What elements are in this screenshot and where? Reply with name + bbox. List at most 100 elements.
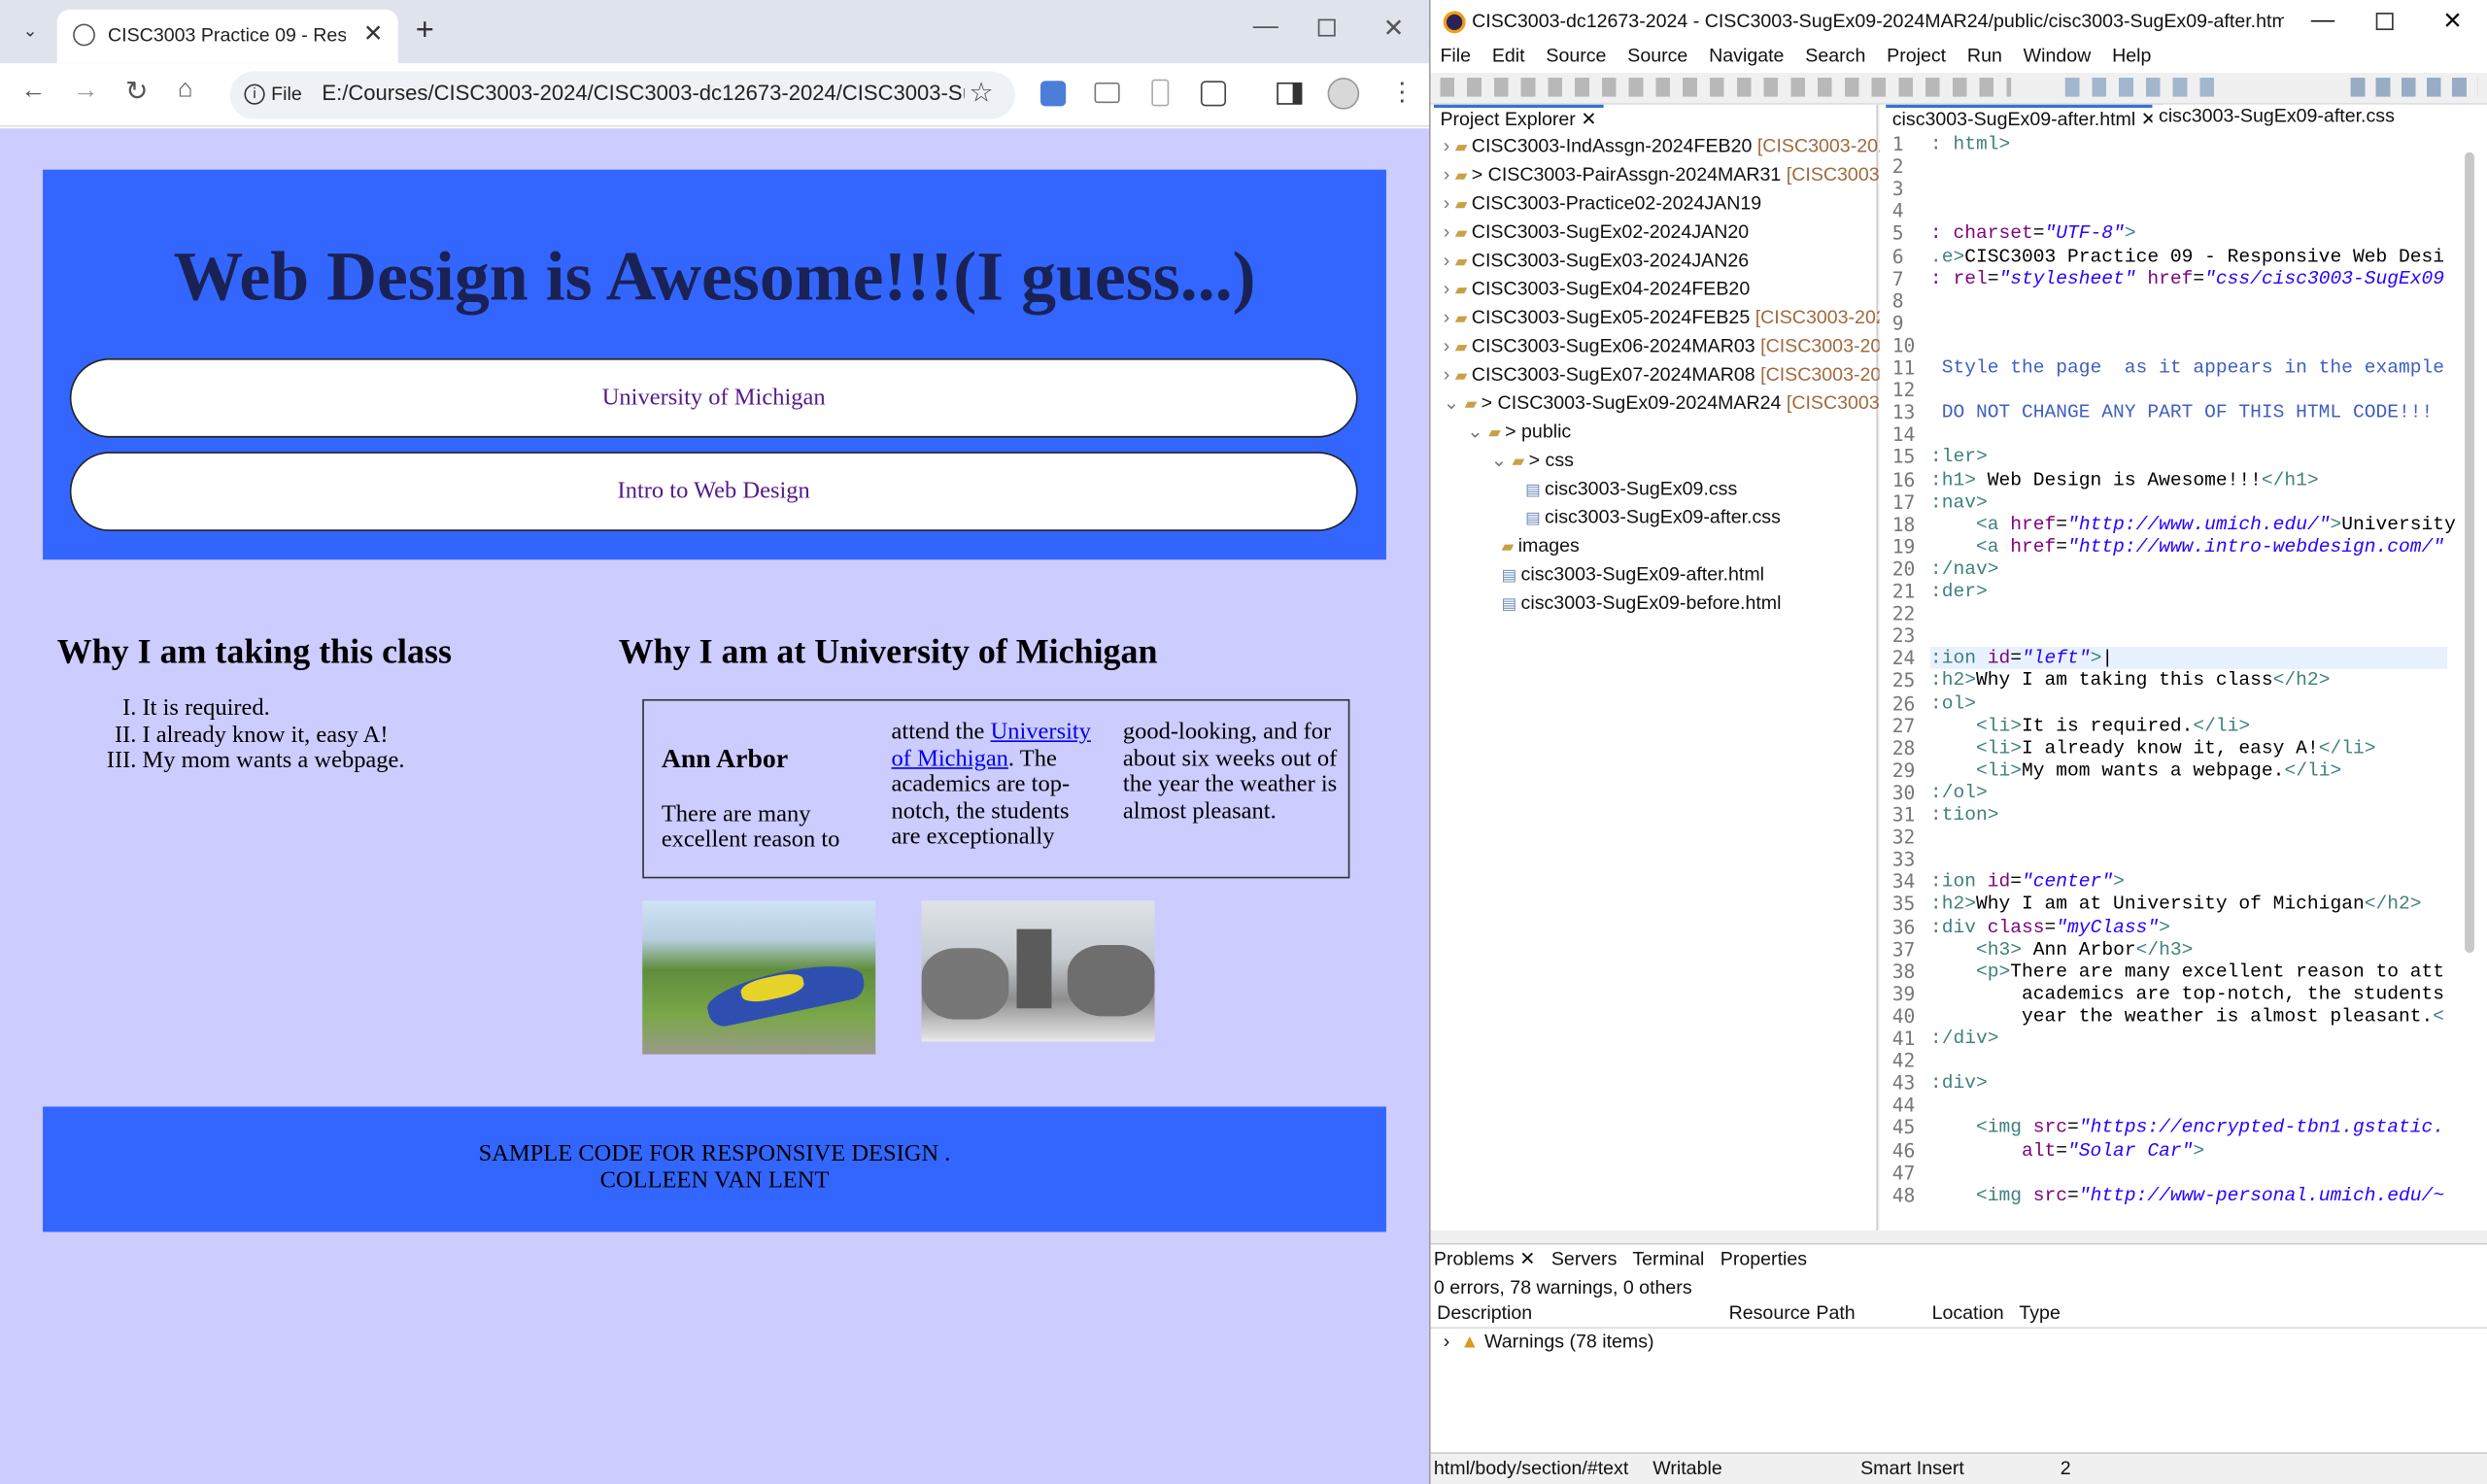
tree-item[interactable]: ⌄ ▰ > css: [1431, 447, 1929, 475]
camera-icon[interactable]: [1094, 82, 1120, 104]
expand-icon[interactable]: ⌄: [1444, 391, 1465, 414]
expand-icon[interactable]: [1515, 477, 1525, 499]
expand-icon[interactable]: [1491, 563, 1502, 586]
tab-project-explorer[interactable]: Project Explorer ✕: [1433, 104, 1604, 132]
device-icon[interactable]: [1151, 79, 1170, 107]
expand-icon[interactable]: ›: [1444, 278, 1455, 300]
expand-icon[interactable]: ›: [1444, 249, 1455, 271]
tree-item[interactable]: ⌄ ▰ > public: [1431, 419, 1929, 447]
tree-item[interactable]: › ▰ CISC3003-SugEx06-2024MAR03 [CISC3003…: [1431, 333, 1929, 361]
expand-icon[interactable]: ›: [1444, 192, 1455, 215]
bookmark-star-icon[interactable]: ☆: [970, 78, 994, 110]
eclipse-maximize-icon[interactable]: [2375, 13, 2394, 31]
line-number: 41: [1891, 1027, 1916, 1050]
col-path[interactable]: Path: [1816, 1301, 1855, 1324]
list-number: III.: [106, 748, 137, 774]
perspective-icons[interactable]: [2350, 77, 2478, 97]
expand-icon[interactable]: ⌄: [1467, 421, 1488, 443]
eclipse-minimize-icon[interactable]: —: [2311, 7, 2334, 34]
tree-item[interactable]: › ▰ CISC3003-SugEx07-2024MAR08 [CISC3003…: [1431, 361, 1929, 389]
toolbar-icons[interactable]: [1440, 77, 2012, 97]
menu-run[interactable]: Run: [1967, 45, 2002, 67]
menu-window[interactable]: Window: [2024, 45, 2092, 67]
warnings-row[interactable]: › ▲ Warnings (78 items): [1444, 1331, 1654, 1353]
tree-item[interactable]: › ▰ CISC3003-SugEx03-2024JAN26: [1431, 248, 1929, 276]
expand-icon[interactable]: ⌄: [1491, 449, 1513, 471]
url-text[interactable]: E:/Courses/CISC3003-2024/CISC3003-dc1267…: [322, 81, 964, 104]
line-number-gutter: 1 2 3 4 5 6 7 8 9 10 11 12 13 14 15 16 17 18 19 20 21 22 23 24 2…: [1879, 128, 1927, 1207]
menu-project[interactable]: Project: [1887, 45, 1946, 67]
eclipse-close-icon[interactable]: ✕: [2442, 7, 2463, 35]
tree-item[interactable]: › ▰ CISC3003-IndAssgn-2024FEB20 [CISC300…: [1431, 133, 1929, 161]
col-description[interactable]: Description: [1437, 1301, 1532, 1324]
tree-item[interactable]: › ▰ CISC3003-Practice02-2024JAN19: [1431, 190, 1929, 219]
folder-icon: ▰: [1488, 424, 1506, 443]
menu-edit[interactable]: Edit: [1492, 45, 1525, 67]
tab-servers[interactable]: Servers: [1551, 1248, 1617, 1270]
extensions-icon[interactable]: [1200, 81, 1227, 107]
side-panel-icon[interactable]: [1277, 82, 1303, 105]
expand-icon[interactable]: ›: [1444, 163, 1455, 186]
expand-icon[interactable]: ›: [1444, 135, 1455, 157]
tab-after-css[interactable]: cisc3003-SugEx09-after.css: [2152, 104, 2402, 132]
expand-icon[interactable]: ›: [1444, 220, 1455, 243]
forward-icon[interactable]: →: [73, 78, 98, 106]
tree-item[interactable]: › ▰ CISC3003-SugEx04-2024FEB20: [1431, 276, 1929, 304]
address-bar[interactable]: i File E:/Courses/CISC3003-2024/CISC3003…: [229, 71, 1015, 119]
reload-icon[interactable]: ↻: [125, 76, 148, 108]
page-header: Web Design is Awesome!!!(I guess...) Uni…: [43, 169, 1386, 560]
new-tab-icon[interactable]: +: [416, 13, 434, 50]
line-number: 18: [1891, 513, 1916, 536]
expand-icon[interactable]: ›: [1444, 363, 1455, 386]
tab-problems[interactable]: Problems: [1434, 1248, 1515, 1270]
minimize-icon[interactable]: —: [1253, 13, 1278, 41]
profile-avatar[interactable]: [1327, 77, 1360, 110]
tree-item[interactable]: ▤ cisc3003-SugEx09.css: [1431, 476, 1929, 504]
tab-search-icon[interactable]: ⌄: [16, 17, 44, 46]
tree-item[interactable]: ⌄ ▰ > CISC3003-SugEx09-2024MAR24 [CISC30…: [1431, 390, 1929, 419]
menu-help[interactable]: Help: [2112, 45, 2151, 67]
menu-search[interactable]: Search: [1805, 45, 1865, 67]
nav-link-umich[interactable]: University of Michigan: [69, 357, 1358, 438]
tree-item[interactable]: ▰ images: [1431, 533, 1929, 561]
expand-icon[interactable]: [1515, 506, 1525, 528]
tab-terminal[interactable]: Terminal: [1632, 1248, 1704, 1270]
tree-item[interactable]: › ▰ CISC3003-SugEx05-2024FEB25 [CISC3003…: [1431, 304, 1929, 332]
col-resource[interactable]: Resource: [1729, 1301, 1811, 1324]
menu-file[interactable]: File: [1440, 45, 1471, 67]
code-line: alt="Solar Car">: [2021, 1138, 2205, 1162]
menu-source[interactable]: Source: [1546, 45, 1606, 67]
translate-icon[interactable]: [1040, 81, 1067, 107]
maximize-icon[interactable]: [1317, 18, 1336, 37]
tab-after-html[interactable]: cisc3003-SugEx09-after.html ✕: [1886, 104, 2163, 132]
menu-source-2[interactable]: Source: [1627, 45, 1687, 67]
info-icon[interactable]: i: [244, 84, 265, 105]
close-tab-icon[interactable]: ✕: [363, 19, 384, 48]
tree-item[interactable]: ▤ cisc3003-SugEx09-after.html: [1431, 561, 1929, 590]
file-icon: ▤: [1525, 482, 1546, 500]
col-type[interactable]: Type: [2019, 1301, 2060, 1324]
nav-link-intro-web-design[interactable]: Intro to Web Design: [69, 452, 1358, 531]
tree-item[interactable]: ▤ cisc3003-SugEx09-after.css: [1431, 504, 1929, 532]
tab-properties[interactable]: Properties: [1720, 1248, 1807, 1270]
menu-navigate[interactable]: Navigate: [1709, 45, 1784, 67]
code-line: academics are top-notch, the students: [1929, 982, 2445, 1005]
line-number: 34: [1891, 870, 1916, 894]
expand-icon[interactable]: [1491, 591, 1502, 614]
col-location[interactable]: Location: [1932, 1301, 2004, 1324]
tree-item[interactable]: ▤ cisc3003-SugEx09-before.html: [1431, 590, 1929, 618]
page-title: Web Design is Awesome!!!(I guess...): [173, 237, 1256, 316]
expand-icon[interactable]: ›: [1444, 306, 1455, 328]
back-icon[interactable]: ←: [20, 78, 46, 106]
expand-icon[interactable]: ›: [1444, 334, 1455, 356]
file-icon: ▤: [1525, 510, 1546, 528]
window-close-icon[interactable]: ✕: [1383, 13, 1405, 45]
tree-item[interactable]: › ▰ > CISC3003-PairAssgn-2024MAR31 [CISC…: [1431, 162, 1929, 190]
tree-item[interactable]: › ▰ CISC3003-SugEx02-2024JAN20: [1431, 219, 1929, 247]
toolbar-nav-icons[interactable]: [2064, 77, 2224, 97]
menu-icon[interactable]: ⋮: [1389, 76, 1414, 108]
browser-tab[interactable]: CISC3003 Practice 09 - Respons ✕: [56, 9, 398, 64]
expand-icon[interactable]: [1491, 534, 1502, 556]
editor-scrollbar[interactable]: [2465, 152, 2474, 954]
home-icon[interactable]: ⌂: [178, 76, 193, 104]
